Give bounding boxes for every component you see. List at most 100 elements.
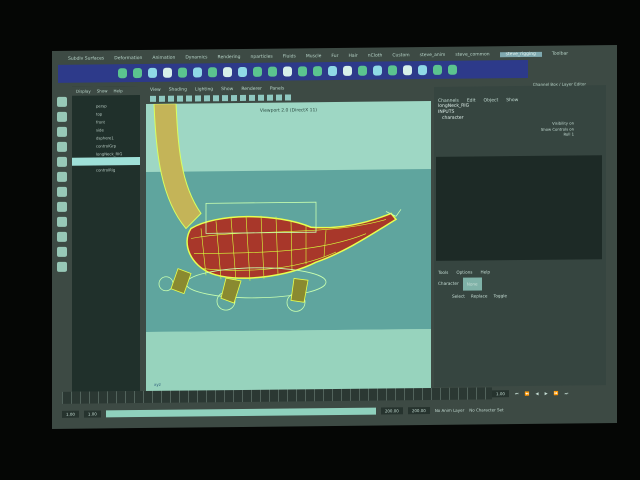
object-menu[interactable]: Object <box>484 98 499 103</box>
tools-menu[interactable]: Tools <box>438 267 448 278</box>
show-menu[interactable]: Show <box>506 98 518 103</box>
shelf-tool-icon[interactable] <box>358 65 367 76</box>
shelf-tool-icon[interactable] <box>163 67 172 78</box>
options-menu[interactable]: Options <box>456 267 472 278</box>
viewport-menu-lighting[interactable]: Lighting <box>195 87 213 92</box>
shelf-tool-icon[interactable] <box>223 67 232 78</box>
outliner-menu-display[interactable]: Display <box>76 89 91 94</box>
shaded-icon[interactable] <box>231 95 237 102</box>
shelf-tool-icon[interactable] <box>133 68 142 79</box>
step-forward-icon[interactable]: ⏩ <box>554 390 559 395</box>
tool-icon[interactable] <box>177 95 183 102</box>
viewport-menu-renderer[interactable]: Renderer <box>241 87 262 92</box>
toggle-radio[interactable]: Toggle <box>494 290 507 301</box>
shelf-tab[interactable]: Dynamics <box>185 55 207 60</box>
start-time-field[interactable]: 1.00 <box>62 410 79 418</box>
current-frame-field[interactable]: 1.00 <box>492 389 509 397</box>
outliner-menu-show[interactable]: Show <box>97 88 108 93</box>
tool-icon[interactable] <box>195 95 201 102</box>
layout-icon[interactable] <box>57 231 67 242</box>
scale-tool-icon[interactable] <box>57 171 67 182</box>
shelf-tool-icon[interactable] <box>283 66 292 77</box>
shelf-tab[interactable]: steve_anim <box>420 52 446 57</box>
shelf-tab[interactable]: Fur <box>331 53 338 58</box>
character-set-dropdown[interactable]: No Character Set <box>469 407 503 412</box>
shelf-tab[interactable]: Subdiv Surfaces <box>68 56 104 61</box>
tool-icon[interactable] <box>159 95 165 102</box>
tool-icon[interactable] <box>267 94 273 101</box>
shelf-tab[interactable]: Custom <box>392 53 409 58</box>
shelf-tool-icon[interactable] <box>253 66 262 77</box>
shelf-tab[interactable]: Deformation <box>114 56 142 61</box>
playback-start-field[interactable]: 1.00 <box>83 409 101 418</box>
light-icon[interactable] <box>258 94 264 101</box>
playback-end-field[interactable]: 200.00 <box>380 406 403 415</box>
shelf-tool-icon[interactable] <box>313 66 322 77</box>
lasso-tool-icon[interactable] <box>57 111 67 122</box>
help-menu[interactable]: Help <box>481 266 491 277</box>
tool-icon[interactable] <box>204 95 210 102</box>
shelf-tool-icon[interactable] <box>268 66 277 77</box>
move-tool-icon[interactable] <box>57 141 67 152</box>
outliner-menu-help[interactable]: Help <box>114 88 123 93</box>
shelf-tool-icon[interactable] <box>343 65 352 76</box>
layout-icon[interactable] <box>57 216 67 227</box>
viewport[interactable]: Viewport 2.0 (DirectX 11) xyz <box>146 100 431 392</box>
play-back-icon[interactable]: ◀ <box>536 390 539 395</box>
paint-tool-icon[interactable] <box>57 126 67 137</box>
tool-icon[interactable] <box>276 94 282 101</box>
shelf-tool-icon[interactable] <box>433 64 442 75</box>
tool-icon[interactable] <box>285 94 291 101</box>
shelf-tool-icon[interactable] <box>178 67 187 78</box>
shelf-tool-icon[interactable] <box>388 65 397 76</box>
rotate-tool-icon[interactable] <box>57 156 67 167</box>
play-icon[interactable]: ▶ <box>545 390 548 395</box>
shelf-tool-icon[interactable] <box>328 65 337 77</box>
go-to-end-icon[interactable]: ⏭ <box>565 390 569 395</box>
anim-layer-dropdown[interactable]: No Anim Layer <box>435 407 464 412</box>
shelf-tab[interactable]: Animation <box>152 55 175 60</box>
viewport-menu-shading[interactable]: Shading <box>169 88 187 93</box>
tool-icon[interactable] <box>240 94 246 101</box>
shelf-tab[interactable]: Fluids <box>283 54 296 59</box>
shelf-tab[interactable]: Rendering <box>218 54 241 59</box>
viewport-menu-show[interactable]: Show <box>221 87 233 92</box>
shelf-tool-icon[interactable] <box>448 64 457 75</box>
viewport-menu-panels[interactable]: Panels <box>270 87 284 92</box>
shelf-tab[interactable]: Hair <box>348 53 357 58</box>
outliner-item[interactable]: controlRig <box>72 165 140 174</box>
go-to-start-icon[interactable]: ⏮ <box>515 391 519 396</box>
manipulator-icon[interactable] <box>57 186 67 197</box>
shelf-tool-icon[interactable] <box>208 67 217 78</box>
replace-radio[interactable]: Replace <box>471 290 488 301</box>
shelf-tab-active[interactable]: steve_rigging <box>499 51 542 57</box>
shelf-tool-icon[interactable] <box>193 67 202 78</box>
shelf-tool-icon[interactable] <box>418 65 427 76</box>
layout-icon[interactable] <box>57 201 67 212</box>
camera-icon[interactable] <box>150 95 156 102</box>
tool-icon[interactable] <box>249 94 255 101</box>
layout-icon[interactable] <box>57 261 67 272</box>
attribute[interactable]: Roll 1 <box>434 131 606 138</box>
shelf-tab[interactable]: steve_common <box>455 52 489 57</box>
shelf-tab[interactable]: Muscle <box>306 54 322 59</box>
shelf-tab[interactable]: nparticles <box>251 54 273 59</box>
viewport-menu-view[interactable]: View <box>150 88 161 93</box>
range-slider[interactable] <box>105 407 376 417</box>
shelf-tab[interactable]: nCloth <box>368 53 383 58</box>
step-back-icon[interactable]: ⏪ <box>525 390 530 395</box>
end-time-field[interactable]: 200.00 <box>407 406 430 414</box>
shelf-tool-icon[interactable] <box>238 66 247 78</box>
shelf-tab[interactable]: Toolbar <box>552 51 568 56</box>
shelf-tool-icon[interactable] <box>403 65 412 76</box>
shelf-tool-icon[interactable] <box>118 68 127 79</box>
shelf-tool-icon[interactable] <box>373 65 382 76</box>
tool-icon[interactable] <box>168 95 174 102</box>
layout-icon[interactable] <box>57 246 67 257</box>
tool-icon[interactable] <box>213 95 219 102</box>
shelf-tool-icon[interactable] <box>148 67 157 78</box>
character-dropdown[interactable]: None <box>462 277 482 291</box>
select-tool-icon[interactable] <box>57 96 67 107</box>
wireframe-icon[interactable] <box>222 95 228 102</box>
shelf-tool-icon[interactable] <box>298 66 307 77</box>
